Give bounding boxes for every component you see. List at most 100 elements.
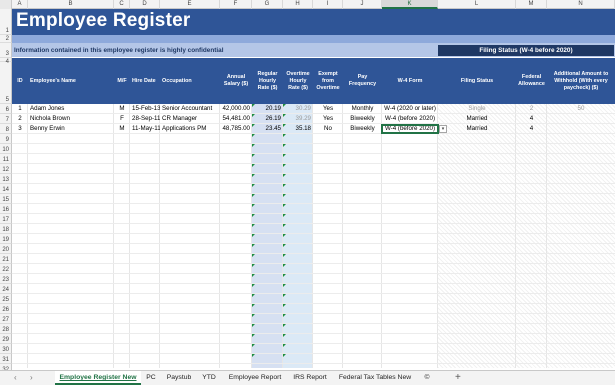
- cell-allowance[interactable]: 4: [516, 124, 547, 134]
- column-header-m[interactable]: M: [516, 0, 547, 9]
- cell-filing[interactable]: Married: [438, 124, 516, 134]
- column-header-e[interactable]: E: [160, 0, 220, 9]
- tab-next-icon[interactable]: ›: [30, 373, 33, 382]
- row-header-31[interactable]: 31: [0, 354, 12, 364]
- row-header-13[interactable]: 13: [0, 174, 12, 184]
- cell-regular[interactable]: 26.19: [252, 114, 283, 124]
- tab-ytd[interactable]: YTD: [199, 371, 219, 385]
- row-header-18[interactable]: 18: [0, 224, 12, 234]
- row-header-25[interactable]: 25: [0, 294, 12, 304]
- column-header-h[interactable]: H: [283, 0, 313, 9]
- column-header-c[interactable]: C: [114, 0, 130, 9]
- row-header-3[interactable]: 3: [0, 43, 12, 58]
- cell-pay[interactable]: Biweekly: [343, 124, 382, 134]
- cell-occupation[interactable]: Senior Accountant: [160, 104, 220, 114]
- row-header-2[interactable]: 2: [0, 35, 12, 43]
- column-header-b[interactable]: B: [28, 0, 114, 9]
- row-header-8[interactable]: 8: [0, 124, 12, 134]
- cell-filing[interactable]: Married: [438, 114, 516, 124]
- row-header-14[interactable]: 14: [0, 184, 12, 194]
- column-header-n[interactable]: N: [547, 0, 615, 9]
- cell-occupation[interactable]: Applications PM: [160, 124, 220, 134]
- row-header-5[interactable]: 45: [0, 59, 12, 104]
- cell-name[interactable]: Adam Jones: [28, 104, 114, 114]
- tab-prev-icon[interactable]: ‹: [14, 373, 17, 382]
- cell-hire[interactable]: 15-Feb-13: [130, 104, 160, 114]
- row-header-15[interactable]: 15: [0, 194, 12, 204]
- w4-dropdown-button[interactable]: ▾: [439, 125, 447, 133]
- cell-mf[interactable]: M: [114, 124, 130, 134]
- cell-salary[interactable]: 42,000.00: [220, 104, 252, 114]
- cell-additional[interactable]: [547, 114, 615, 124]
- cell-overtime[interactable]: 35.18: [283, 124, 313, 134]
- cell-allowance[interactable]: 2: [516, 104, 547, 114]
- row-header-9[interactable]: 9: [0, 134, 12, 144]
- add-sheet-icon[interactable]: +: [455, 372, 461, 383]
- column-header-g[interactable]: G: [252, 0, 283, 9]
- row-header-28[interactable]: 28: [0, 324, 12, 334]
- column-header-d[interactable]: D: [130, 0, 160, 9]
- column-header-f[interactable]: F: [220, 0, 252, 9]
- cell-filing[interactable]: Single: [438, 104, 516, 114]
- tab-pc[interactable]: PC: [141, 371, 161, 385]
- cell-pay[interactable]: Biweekly: [343, 114, 382, 124]
- row-header-7[interactable]: 7: [0, 114, 12, 124]
- cell-name[interactable]: Nichola Brown: [28, 114, 114, 124]
- row-header-30[interactable]: 30: [0, 344, 12, 354]
- row-header-22[interactable]: 22: [0, 264, 12, 274]
- row-header-24[interactable]: 24: [0, 284, 12, 294]
- select-all-corner[interactable]: [0, 0, 12, 9]
- cell-allowance[interactable]: 4: [516, 114, 547, 124]
- row-header-16[interactable]: 16: [0, 204, 12, 214]
- row-header-27[interactable]: 27: [0, 314, 12, 324]
- cell-additional[interactable]: [547, 124, 615, 134]
- cell-w4[interactable]: W-4 (before 2020): [382, 114, 438, 124]
- cell-id[interactable]: 3: [12, 124, 28, 134]
- cell-id[interactable]: 1: [12, 104, 28, 114]
- cell-exempt[interactable]: No: [313, 124, 343, 134]
- tab-paystub[interactable]: Paystub: [163, 371, 195, 385]
- cell-occupation[interactable]: CR Manager: [160, 114, 220, 124]
- cell-hire[interactable]: 11-May-11: [130, 124, 160, 134]
- cell-regular[interactable]: 23.45: [252, 124, 283, 134]
- row-header-6[interactable]: 6: [0, 104, 12, 114]
- cell-exempt[interactable]: Yes: [313, 114, 343, 124]
- row-header-12[interactable]: 12: [0, 164, 12, 174]
- cell-overtime[interactable]: 39.29: [283, 114, 313, 124]
- tab-employee-report[interactable]: Employee Report: [225, 371, 285, 385]
- row-header-29[interactable]: 29: [0, 334, 12, 344]
- row-header-17[interactable]: 17: [0, 214, 12, 224]
- column-header-k[interactable]: K: [382, 0, 438, 9]
- column-header-i[interactable]: I: [313, 0, 343, 9]
- cell-id[interactable]: 2: [12, 114, 28, 124]
- cell-w4[interactable]: W-4 (2020 or later): [382, 104, 438, 114]
- cell-exempt[interactable]: Yes: [313, 104, 343, 114]
- tab-federal-tax-tables-new[interactable]: Federal Tax Tables New: [336, 371, 414, 385]
- tab-irs-report[interactable]: IRS Report: [290, 371, 330, 385]
- row-header-10[interactable]: 10: [0, 144, 12, 154]
- column-header-l[interactable]: L: [438, 0, 516, 9]
- column-header-a[interactable]: A: [12, 0, 28, 9]
- row-header-21[interactable]: 21: [0, 254, 12, 264]
- cell-overtime[interactable]: 30.29: [283, 104, 313, 114]
- column-header-j[interactable]: J: [343, 0, 382, 9]
- cell-salary[interactable]: 48,785.00: [220, 124, 252, 134]
- cell-additional[interactable]: 50: [547, 104, 615, 114]
- cell-mf[interactable]: M: [114, 104, 130, 114]
- row-header-11[interactable]: 11: [0, 154, 12, 164]
- cell-regular[interactable]: 20.19: [252, 104, 283, 114]
- tab-employee-register-new[interactable]: Employee Register New: [55, 371, 141, 385]
- cell-name[interactable]: Benny Erwin: [28, 124, 114, 134]
- row-header-20[interactable]: 20: [0, 244, 12, 254]
- data-grid[interactable]: 1 Adam Jones M 15-Feb-13 Senior Accountant 42…: [12, 104, 615, 368]
- row-header-1[interactable]: 1: [0, 9, 12, 35]
- cell-pay[interactable]: Monthly: [343, 104, 382, 114]
- row-header-23[interactable]: 23: [0, 274, 12, 284]
- row-header-19[interactable]: 19: [0, 234, 12, 244]
- active-cell-k8[interactable]: [381, 124, 439, 134]
- cell-salary[interactable]: 54,481.00: [220, 114, 252, 124]
- row-header-26[interactable]: 26: [0, 304, 12, 314]
- cell-mf[interactable]: F: [114, 114, 130, 124]
- cell-hire[interactable]: 28-Sep-11: [130, 114, 160, 124]
- tab-copyright[interactable]: ©: [420, 371, 434, 385]
